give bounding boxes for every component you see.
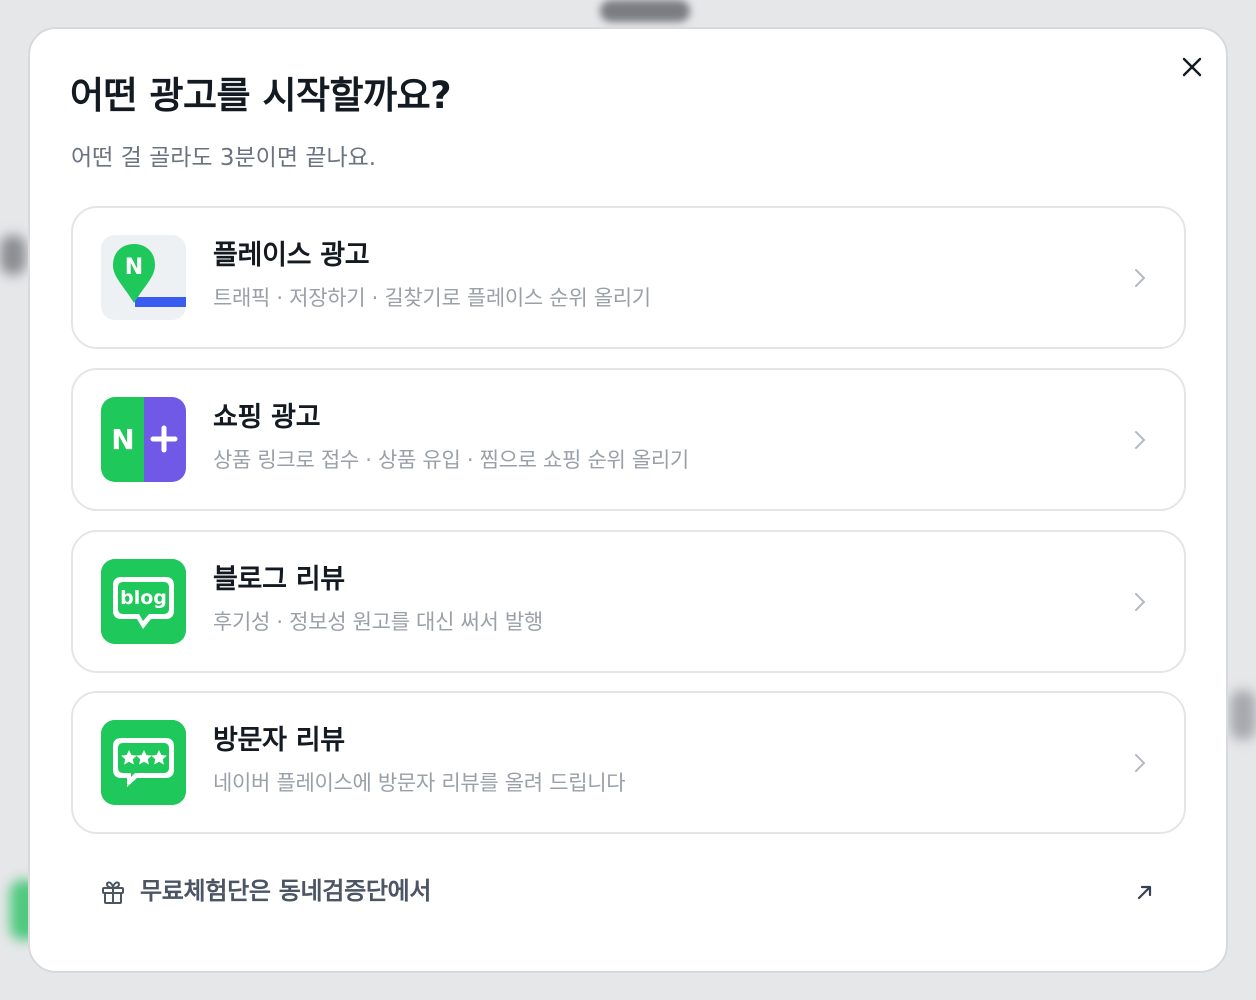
external-link-arrow-icon bbox=[1137, 885, 1152, 900]
chevron-right-icon bbox=[1135, 754, 1145, 772]
chevron-right-icon bbox=[1135, 593, 1145, 611]
option-description: 후기성 · 정보성 원고를 대신 써서 발행 bbox=[213, 610, 543, 634]
free-trial-link[interactable]: 무료체험단은 동네검증단에서 bbox=[100, 871, 1160, 911]
option-description: 트래픽 · 저장하기 · 길찾기로 플레이스 순위 올리기 bbox=[213, 286, 651, 310]
option-title: 쇼핑 광고 bbox=[213, 402, 321, 433]
svg-text:N: N bbox=[111, 423, 134, 456]
option-card-shopping-ad[interactable]: N 쇼핑 광고 상품 링크로 접수 · 상품 유입 · 찜으로 쇼핑 순위 올리… bbox=[71, 368, 1186, 511]
gift-icon bbox=[102, 881, 124, 904]
option-title: 플레이스 광고 bbox=[213, 240, 370, 271]
option-title: 방문자 리뷰 bbox=[213, 725, 345, 756]
free-trial-label: 무료체험단은 동네검증단에서 bbox=[140, 877, 432, 905]
svg-text:N: N bbox=[125, 255, 143, 280]
option-title: 블로그 리뷰 bbox=[213, 564, 345, 595]
naver-place-pin-icon: N bbox=[101, 235, 186, 320]
option-card-blog-review[interactable]: blog 블로그 리뷰 후기성 · 정보성 원고를 대신 써서 발행 bbox=[71, 530, 1186, 673]
modal-title: 어떤 광고를 시작할까요? bbox=[70, 74, 452, 117]
blog-icon: blog bbox=[101, 559, 186, 644]
background-shape bbox=[600, 0, 690, 22]
modal-subtitle: 어떤 걸 골라도 3분이면 끝나요. bbox=[71, 145, 377, 171]
close-icon bbox=[1182, 57, 1202, 77]
option-card-place-ad[interactable]: N 플레이스 광고 트래픽 · 저장하기 · 길찾기로 플레이스 순위 올리기 bbox=[71, 206, 1186, 349]
option-description: 네이버 플레이스에 방문자 리뷰를 올려 드립니다 bbox=[213, 771, 626, 795]
background-shape bbox=[1230, 690, 1256, 740]
background-shape bbox=[0, 235, 26, 275]
chevron-right-icon bbox=[1135, 269, 1145, 287]
ad-type-modal: 어떤 광고를 시작할까요? 어떤 걸 골라도 3분이면 끝나요. N 플레이스 … bbox=[28, 27, 1228, 973]
option-description: 상품 링크로 접수 · 상품 유입 · 찜으로 쇼핑 순위 올리기 bbox=[213, 448, 689, 472]
close-button[interactable] bbox=[1176, 49, 1208, 85]
option-card-visitor-review[interactable]: 방문자 리뷰 네이버 플레이스에 방문자 리뷰를 올려 드립니다 bbox=[71, 691, 1186, 834]
star-review-icon bbox=[101, 720, 186, 805]
svg-text:blog: blog bbox=[120, 587, 167, 609]
naver-plus-icon: N bbox=[101, 397, 186, 482]
chevron-right-icon bbox=[1135, 431, 1145, 449]
